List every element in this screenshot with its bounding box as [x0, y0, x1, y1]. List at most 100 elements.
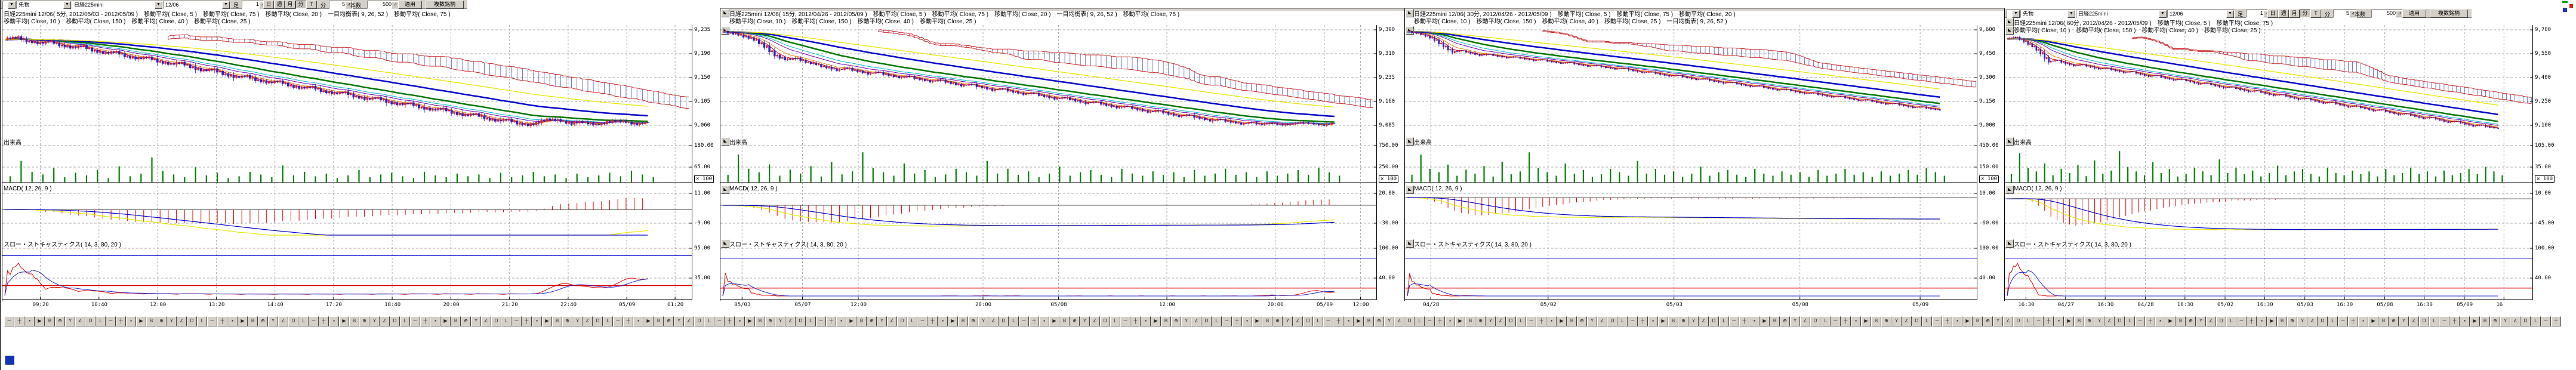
- bottom-toolbar-button[interactable]: ┼: [2247, 316, 2257, 326]
- bottom-toolbar-button[interactable]: B: [45, 316, 55, 326]
- bottom-toolbar-button[interactable]: ┼: [1942, 316, 1952, 326]
- panel4-symbol-select[interactable]: 日経225mini▼: [2076, 10, 2167, 18]
- bottom-toolbar-button[interactable]: ─: [1323, 316, 1333, 326]
- bottom-toolbar-button[interactable]: D: [999, 316, 1009, 326]
- bottom-toolbar-button[interactable]: ▪: [2460, 316, 2470, 326]
- panel4-period-button-0[interactable]: 日: [2267, 10, 2278, 18]
- bottom-toolbar-button[interactable]: Y: [674, 316, 684, 326]
- bottom-toolbar-button[interactable]: ▪: [1039, 316, 1049, 326]
- bottom-toolbar-button[interactable]: Y: [2500, 316, 2510, 326]
- bottom-toolbar-button[interactable]: ─: [511, 316, 522, 326]
- bottom-toolbar-button[interactable]: ⊕: [2490, 316, 2500, 326]
- bottom-toolbar-button[interactable]: ▶: [1455, 316, 1465, 326]
- bottom-toolbar-button[interactable]: ─: [207, 316, 217, 326]
- bottom-toolbar-button[interactable]: ▶: [2165, 316, 2176, 326]
- bottom-toolbar-button[interactable]: L: [1922, 316, 1932, 326]
- bottom-toolbar-button[interactable]: ∠: [2409, 316, 2419, 326]
- bottom-toolbar-button[interactable]: L: [907, 316, 917, 326]
- bottom-toolbar-button[interactable]: ─: [2135, 316, 2145, 326]
- bottom-toolbar-button[interactable]: B: [2074, 316, 2084, 326]
- bottom-toolbar-button[interactable]: ▶: [1760, 316, 1770, 326]
- bottom-toolbar-button[interactable]: ⊕: [1881, 316, 1891, 326]
- panel4-period-button-2[interactable]: 月: [2289, 10, 2300, 18]
- bottom-toolbar-button[interactable]: ▪: [1648, 316, 1658, 326]
- price-chart[interactable]: [1405, 25, 1977, 300]
- bottom-toolbar-button[interactable]: ∠: [177, 316, 187, 326]
- bottom-toolbar-button[interactable]: Y: [2399, 316, 2409, 326]
- bottom-toolbar-button[interactable]: L: [806, 316, 816, 326]
- taskbar-icon[interactable]: [5, 356, 14, 365]
- bottom-toolbar-button[interactable]: Y: [1587, 316, 1597, 326]
- bottom-toolbar-button[interactable]: ─: [1628, 316, 1638, 326]
- bottom-toolbar-button[interactable]: ┼: [623, 316, 633, 326]
- bottom-toolbar-button[interactable]: ⊕: [2287, 316, 2297, 326]
- bottom-toolbar-button[interactable]: D: [2520, 316, 2531, 326]
- bottom-toolbar-button[interactable]: ─: [1729, 316, 1739, 326]
- bottom-toolbar-button[interactable]: ┼: [2044, 316, 2054, 326]
- bottom-toolbar-button[interactable]: ▶: [35, 316, 45, 326]
- panel4-period-button-1[interactable]: 週: [2278, 10, 2289, 18]
- bottom-toolbar-button[interactable]: L: [1009, 316, 1019, 326]
- bottom-toolbar-button[interactable]: B: [1770, 316, 1780, 326]
- bottom-toolbar-button[interactable]: ─: [2338, 316, 2348, 326]
- contract-month-select[interactable]: 12/06▼: [163, 1, 230, 9]
- bottom-toolbar-button[interactable]: ─: [1831, 316, 1841, 326]
- bottom-toolbar-button[interactable]: L: [2226, 316, 2236, 326]
- bottom-toolbar-button[interactable]: ▶: [1658, 316, 1668, 326]
- bottom-toolbar-button[interactable]: ▪: [1344, 316, 1354, 326]
- bottom-toolbar-button[interactable]: D: [491, 316, 501, 326]
- bottom-toolbar-button[interactable]: ▪: [2257, 316, 2267, 326]
- bottom-toolbar-button[interactable]: ┼: [725, 316, 735, 326]
- bottom-toolbar-button[interactable]: ⊕: [867, 316, 877, 326]
- bottom-toolbar-button[interactable]: B: [856, 316, 867, 326]
- panel4-multi-symbol-button[interactable]: 複数銘柄: [2430, 10, 2468, 18]
- bottom-toolbar-button[interactable]: L: [1212, 316, 1222, 326]
- bottom-toolbar-button[interactable]: B: [1668, 316, 1678, 326]
- bottom-toolbar-button[interactable]: ┼: [1435, 316, 1445, 326]
- bottom-toolbar-button[interactable]: ▶: [2064, 316, 2074, 326]
- bottom-toolbar-button[interactable]: B: [1973, 316, 1983, 326]
- bottom-toolbar-button[interactable]: ∠: [2104, 316, 2115, 326]
- bottom-toolbar-button[interactable]: B: [146, 316, 156, 326]
- bottom-toolbar-button[interactable]: ▪: [1242, 316, 1252, 326]
- bottom-toolbar-button[interactable]: ▪: [1952, 316, 1962, 326]
- bottom-toolbar-button[interactable]: D: [897, 316, 907, 326]
- bottom-toolbar-button[interactable]: Y: [369, 316, 380, 326]
- bottom-toolbar-button[interactable]: Y: [1080, 316, 1090, 326]
- bottom-toolbar-button[interactable]: ∠: [1394, 316, 1404, 326]
- bottom-toolbar-button[interactable]: ⊕: [1171, 316, 1181, 326]
- bottom-toolbar-button[interactable]: B: [451, 316, 461, 326]
- bottom-toolbar-button[interactable]: D: [288, 316, 298, 326]
- panel4-instrument-type-select[interactable]: 先物▼: [2020, 10, 2076, 18]
- bottom-toolbar-button[interactable]: ∠: [1496, 316, 1506, 326]
- bottom-toolbar-button[interactable]: D: [1506, 316, 1516, 326]
- bottom-toolbar-button[interactable]: Y: [775, 316, 785, 326]
- bottom-toolbar-button[interactable]: ⊕: [562, 316, 572, 326]
- bottom-toolbar-button[interactable]: ⊕: [55, 316, 65, 326]
- bottom-toolbar-button[interactable]: L: [95, 316, 106, 326]
- bottom-toolbar-button[interactable]: L: [1313, 316, 1323, 326]
- bottom-toolbar-button[interactable]: ⊕: [1983, 316, 1993, 326]
- period-button-1[interactable]: 週: [274, 1, 285, 9]
- bottom-toolbar-button[interactable]: D: [2216, 316, 2226, 326]
- panel4-count-spinner[interactable]: 500⊿: [2371, 10, 2404, 18]
- bottom-toolbar-button[interactable]: ┼: [928, 316, 938, 326]
- mini-combo[interactable]: ▼: [2, 1, 16, 9]
- bottom-toolbar-button[interactable]: ▪: [735, 316, 745, 326]
- bottom-toolbar-button[interactable]: ┼: [319, 316, 329, 326]
- bottom-toolbar-button[interactable]: L: [1820, 316, 1831, 326]
- bottom-toolbar-button[interactable]: ─: [613, 316, 623, 326]
- bottom-toolbar-button[interactable]: Y: [268, 316, 278, 326]
- bottom-toolbar-button[interactable]: ▶: [440, 316, 451, 326]
- bottom-toolbar-button[interactable]: ▶: [1049, 316, 1059, 326]
- bottom-toolbar-button[interactable]: Y: [1993, 316, 2003, 326]
- bottom-toolbar-button[interactable]: ─: [106, 316, 116, 326]
- bottom-toolbar-button[interactable]: ∠: [2307, 316, 2318, 326]
- period-button-3[interactable]: 分: [295, 1, 306, 9]
- bottom-toolbar-button[interactable]: ⊕: [1374, 316, 1384, 326]
- bottom-toolbar-button[interactable]: L: [400, 316, 410, 326]
- bottom-toolbar-button[interactable]: ▶: [2267, 316, 2277, 326]
- bottom-toolbar-button[interactable]: ∠: [75, 316, 85, 326]
- bottom-toolbar-button[interactable]: ┼: [826, 316, 836, 326]
- bottom-toolbar-button[interactable]: L: [1719, 316, 1729, 326]
